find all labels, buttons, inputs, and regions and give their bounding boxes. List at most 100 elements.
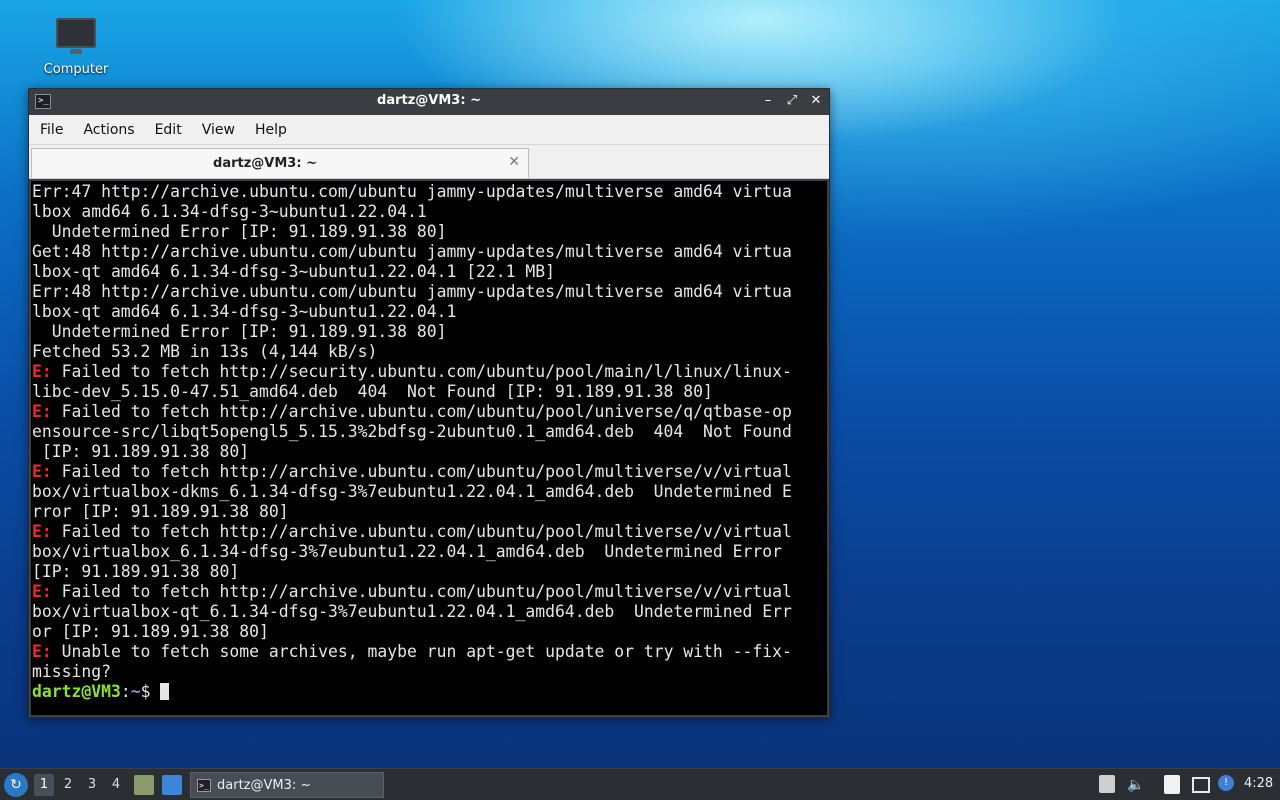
line-text: Failed to fetch http://security.ubuntu.c… <box>51 362 792 381</box>
maximize-button[interactable]: ⤢ <box>785 92 799 110</box>
clipboard-icon[interactable] <box>1164 775 1180 794</box>
workspace-4-button[interactable]: 4 <box>106 774 126 796</box>
terminal-line: Undetermined Error [IP: 91.189.91.38 80] <box>32 222 827 242</box>
line-text: lbox-qt amd64 6.1.34-dfsg-3~ubuntu1.22.0… <box>32 302 457 321</box>
terminal-line: Err:48 http://archive.ubuntu.com/ubuntu … <box>32 282 827 302</box>
terminal-line: lbox-qt amd64 6.1.34-dfsg-3~ubuntu1.22.0… <box>32 302 827 322</box>
terminal-line: Undetermined Error [IP: 91.189.91.38 80] <box>32 322 827 342</box>
terminal-line: box/virtualbox-qt_6.1.34-dfsg-3%7eubuntu… <box>32 602 827 622</box>
computer-icon <box>56 18 96 54</box>
window-title: dartz@VM3: ~ <box>377 93 481 108</box>
desktop-icon-label: Computer <box>43 62 109 77</box>
menu-actions[interactable]: Actions <box>76 122 141 138</box>
line-text: Get:48 http://archive.ubuntu.com/ubuntu … <box>32 242 792 261</box>
terminal-window: >_ dartz@VM3: ~ – ⤢ ✕ File Actions Edit … <box>28 88 830 718</box>
tab-bar: dartz@VM3: ~ ✕ <box>29 145 829 179</box>
tab-close-icon[interactable]: ✕ <box>508 154 520 170</box>
text-cursor <box>160 683 170 700</box>
line-text: Undetermined Error [IP: 91.189.91.38 80] <box>32 322 447 341</box>
menu-file[interactable]: File <box>33 122 70 138</box>
terminal-line: lbox amd64 6.1.34-dfsg-3~ubuntu1.22.04.1 <box>32 202 827 222</box>
terminal-icon: >_ <box>197 779 211 792</box>
network-icon[interactable] <box>1192 777 1210 793</box>
terminal-line: E: Failed to fetch http://security.ubunt… <box>32 362 827 382</box>
error-prefix: E: <box>32 362 52 381</box>
notification-icon[interactable]: ! <box>1218 775 1234 791</box>
terminal-line: rror [IP: 91.189.91.38 80] <box>32 502 827 522</box>
minimize-button[interactable]: – <box>761 92 775 110</box>
line-text: missing? <box>32 662 111 681</box>
terminal-line: Fetched 53.2 MB in 13s (4,144 kB/s) <box>32 342 827 362</box>
menu-edit[interactable]: Edit <box>148 122 189 138</box>
workspace-1-button[interactable]: 1 <box>34 774 54 796</box>
terminal-line: missing? <box>32 662 827 682</box>
line-text: box/virtualbox_6.1.34-dfsg-3%7eubuntu1.2… <box>32 542 782 561</box>
terminal-line: E: Failed to fetch http://archive.ubuntu… <box>32 462 827 482</box>
window-titlebar[interactable]: >_ dartz@VM3: ~ – ⤢ ✕ <box>29 89 829 115</box>
menu-help[interactable]: Help <box>248 122 294 138</box>
terminal-line: [IP: 91.189.91.38 80] <box>32 442 827 462</box>
error-prefix: E: <box>32 462 52 481</box>
terminal-line: [IP: 91.189.91.38 80] <box>32 562 827 582</box>
error-prefix: E: <box>32 402 52 421</box>
terminal-line: Err:47 http://archive.ubuntu.com/ubuntu … <box>32 182 827 202</box>
eject-icon[interactable] <box>1099 775 1115 793</box>
line-text: box/virtualbox-dkms_6.1.34-dfsg-3%7eubun… <box>32 482 792 501</box>
file-manager-icon[interactable] <box>134 775 154 795</box>
tab-terminal[interactable]: dartz@VM3: ~ ✕ <box>31 148 529 178</box>
clock[interactable]: 4:28 <box>1244 776 1273 791</box>
line-text: lbox amd64 6.1.34-dfsg-3~ubuntu1.22.04.1 <box>32 202 427 221</box>
line-text: ensource-src/libqt5opengl5_5.15.3%2bdfsg… <box>32 422 792 441</box>
taskbar: ↻ 1 2 3 4 >_ dartz@VM3: ~ 🔈 ! 4:28 <box>0 768 1280 800</box>
show-desktop-icon[interactable] <box>162 775 182 795</box>
line-text: Unable to fetch some archives, maybe run… <box>51 642 792 661</box>
line-text: box/virtualbox-qt_6.1.34-dfsg-3%7eubuntu… <box>32 602 792 621</box>
terminal-line: Get:48 http://archive.ubuntu.com/ubuntu … <box>32 242 827 262</box>
terminal-line: or [IP: 91.189.91.38 80] <box>32 622 827 642</box>
line-text: Undetermined Error [IP: 91.189.91.38 80] <box>32 222 447 241</box>
taskbar-item-label: dartz@VM3: ~ <box>217 778 312 793</box>
line-text: [IP: 91.189.91.38 80] <box>32 442 250 461</box>
line-text: Failed to fetch http://archive.ubuntu.co… <box>51 522 792 541</box>
line-text: Err:47 http://archive.ubuntu.com/ubuntu … <box>32 182 792 201</box>
workspace-3-button[interactable]: 3 <box>82 774 102 796</box>
line-text: Failed to fetch http://archive.ubuntu.co… <box>51 582 792 601</box>
error-prefix: E: <box>32 642 52 661</box>
terminal-line: libc-dev_5.15.0-47.51_amd64.deb 404 Not … <box>32 382 827 402</box>
menu-bar: File Actions Edit View Help <box>29 115 829 145</box>
menu-view[interactable]: View <box>195 122 242 138</box>
volume-icon[interactable]: 🔈 <box>1127 775 1145 795</box>
line-text: rror [IP: 91.189.91.38 80] <box>32 502 289 521</box>
terminal-line: ensource-src/libqt5opengl5_5.15.3%2bdfsg… <box>32 422 827 442</box>
tab-label: dartz@VM3: ~ <box>213 156 317 171</box>
error-prefix: E: <box>32 582 52 601</box>
line-text: Failed to fetch http://archive.ubuntu.co… <box>51 402 792 421</box>
line-text: libc-dev_5.15.0-47.51_amd64.deb 404 Not … <box>32 382 713 401</box>
terminal-line: E: Failed to fetch http://archive.ubuntu… <box>32 402 827 422</box>
prompt-path: ~ <box>130 682 141 701</box>
line-text: Failed to fetch http://archive.ubuntu.co… <box>51 462 792 481</box>
error-prefix: E: <box>32 522 52 541</box>
taskbar-item-terminal[interactable]: >_ dartz@VM3: ~ <box>190 772 384 798</box>
terminal-line: E: Failed to fetch http://archive.ubuntu… <box>32 582 827 602</box>
lubuntu-start-icon[interactable]: ↻ <box>4 773 28 797</box>
terminal-output[interactable]: Err:47 http://archive.ubuntu.com/ubuntu … <box>31 181 827 715</box>
terminal-line: lbox-qt amd64 6.1.34-dfsg-3~ubuntu1.22.0… <box>32 262 827 282</box>
prompt-separator: : <box>120 682 131 701</box>
line-text: Err:48 http://archive.ubuntu.com/ubuntu … <box>32 282 792 301</box>
terminal-line: box/virtualbox-dkms_6.1.34-dfsg-3%7eubun… <box>32 482 827 502</box>
line-text: lbox-qt amd64 6.1.34-dfsg-3~ubuntu1.22.0… <box>32 262 556 281</box>
prompt-user: dartz@VM3 <box>32 682 121 701</box>
close-button[interactable]: ✕ <box>809 92 823 110</box>
line-text: [IP: 91.189.91.38 80] <box>32 562 240 581</box>
line-text: Fetched 53.2 MB in 13s (4,144 kB/s) <box>32 342 378 361</box>
workspace-2-button[interactable]: 2 <box>58 774 78 796</box>
terminal-line: E: Failed to fetch http://archive.ubuntu… <box>32 522 827 542</box>
window-controls: – ⤢ ✕ <box>761 92 823 110</box>
desktop-icon-computer[interactable]: Computer <box>38 16 114 77</box>
terminal-line: E: Unable to fetch some archives, maybe … <box>32 642 827 662</box>
line-text: or [IP: 91.189.91.38 80] <box>32 622 269 641</box>
prompt-symbol: $ <box>140 682 161 701</box>
terminal-line: box/virtualbox_6.1.34-dfsg-3%7eubuntu1.2… <box>32 542 827 562</box>
prompt-line[interactable]: dartz@VM3:~$ <box>32 682 827 702</box>
